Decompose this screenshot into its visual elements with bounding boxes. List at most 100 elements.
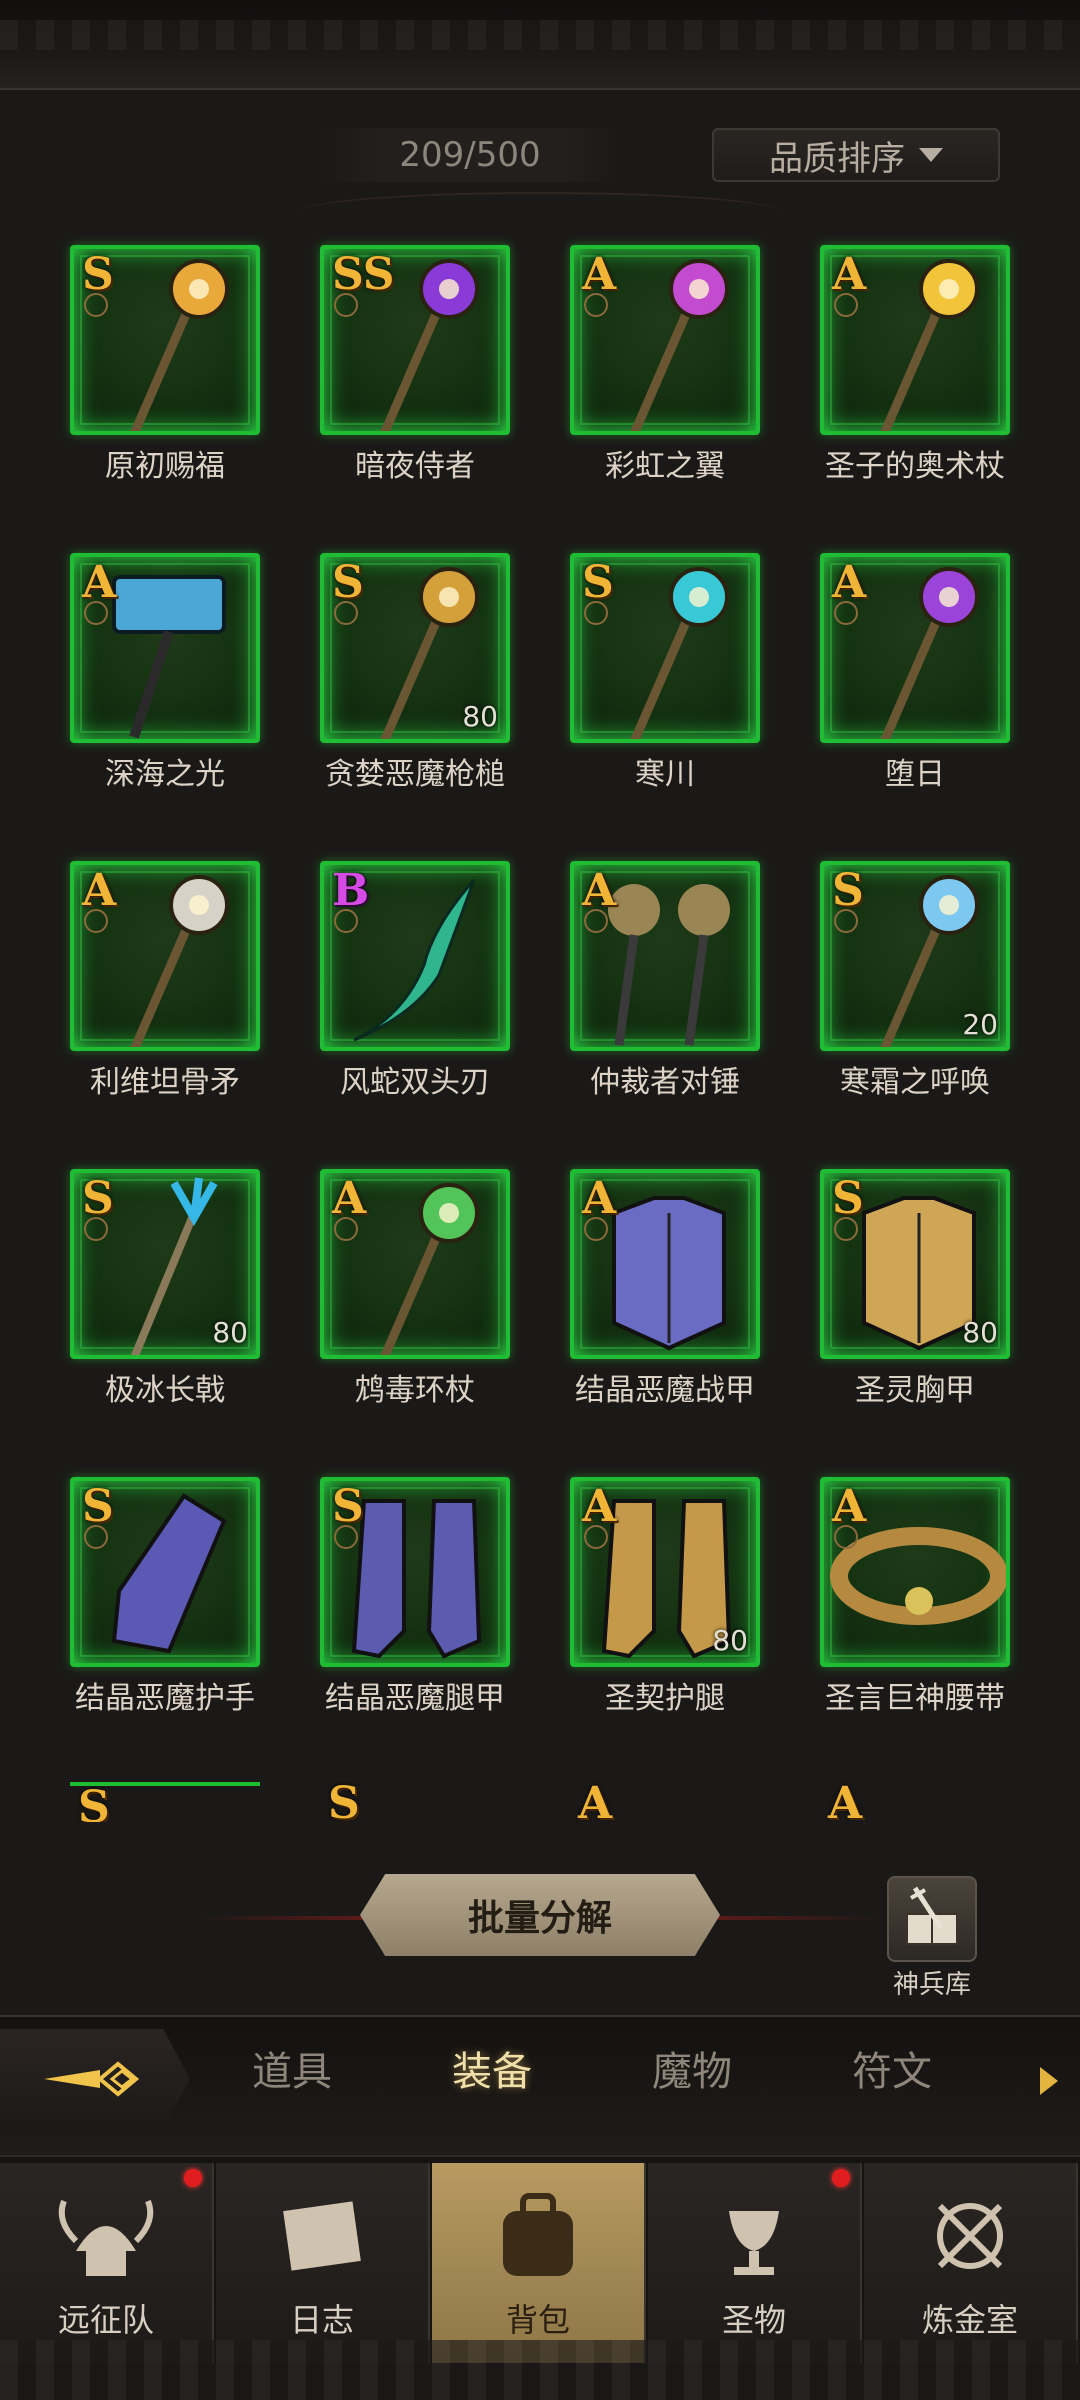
equipment-item-partial[interactable]: A [570,1782,760,1822]
nav-backpack[interactable]: 背包 [432,2163,646,2363]
equipment-item[interactable]: A 彩虹之翼 [570,245,760,485]
equipment-item[interactable]: A 结晶恶魔战甲 [570,1169,760,1409]
item-slot[interactable]: A [570,245,760,435]
equipment-item[interactable]: S 20 寒霜之呼唤 [820,861,1010,1101]
grade-badge: A [578,1782,613,1822]
nav-label: 日志 [289,2301,354,2339]
item-name: 圣子的奥术杖 [825,449,1005,484]
equipment-item-partial[interactable]: S [70,1782,260,1822]
tab-items[interactable]: 道具 [212,2039,372,2097]
equipment-item[interactable]: S 结晶恶魔护手 [70,1477,260,1717]
item-slot[interactable]: S 80 [320,553,510,743]
grade-badge: A [582,1173,617,1224]
equipment-item[interactable]: A 仲裁者对锤 [570,861,760,1101]
equipment-item[interactable]: A 80 圣契护腿 [570,1477,760,1717]
back-tab-button[interactable] [0,2029,190,2129]
nav-label: 圣物 [721,2301,786,2339]
equipment-item[interactable]: A 堕日 [820,553,1010,793]
tabs-next-arrow-icon[interactable] [1040,2067,1058,2095]
grade-badge: A [82,865,117,916]
item-name: 贪婪恶魔枪槌 [325,757,505,792]
notification-dot [832,2169,850,2187]
equipment-item[interactable]: A 利维坦骨矛 [70,861,260,1101]
equipment-grid: S 原初赐福 SS 暗夜侍者 A 彩虹之翼 A 圣子的奥术杖 A 深海之光 S … [0,230,1080,1825]
item-level: 20 [962,1008,998,1041]
item-slot[interactable]: S 80 [70,1169,260,1359]
nav-relics[interactable]: 圣物 [648,2163,862,2363]
item-name: 彩虹之翼 [605,449,725,484]
nav-alchemy[interactable]: 炼金室 [864,2163,1078,2363]
item-slot[interactable]: S [320,1477,510,1667]
item-slot[interactable]: S 80 [820,1169,1010,1359]
nav-label: 背包 [505,2301,570,2339]
lock-ring-icon [84,1525,108,1549]
equipment-item[interactable]: SS 暗夜侍者 [320,245,510,485]
grade-badge: A [82,557,117,608]
lock-ring-icon [84,601,108,625]
item-slot[interactable]: A [320,1169,510,1359]
viking-helmet-icon [58,2199,154,2276]
item-slot[interactable]: A 80 [570,1477,760,1667]
item-name: 寒川 [635,757,695,792]
item-slot[interactable]: B [320,861,510,1051]
equipment-item[interactable]: S 寒川 [570,553,760,793]
equipment-item-partial[interactable]: S [320,1782,510,1822]
sort-dropdown[interactable]: 品质排序 [712,128,1000,182]
armory-icon [887,1876,977,1962]
equipment-item[interactable]: B 风蛇双头刃 [320,861,510,1101]
item-slot[interactable]: A [820,245,1010,435]
item-slot[interactable]: A [70,553,260,743]
item-slot[interactable]: S 20 [820,861,1010,1051]
header-ornament [300,192,780,232]
item-slot[interactable]: A [820,553,1010,743]
item-name: 暗夜侍者 [355,449,475,484]
alchemy-icon [937,2203,1003,2269]
item-slot[interactable]: A [570,861,760,1051]
equipment-item[interactable]: S 结晶恶魔腿甲 [320,1477,510,1717]
item-slot[interactable]: A [570,1169,760,1359]
equipment-item[interactable]: S 原初赐福 [70,245,260,485]
grade-badge: A [832,557,867,608]
equipment-item[interactable]: S 80 圣灵胸甲 [820,1169,1010,1409]
item-name: 结晶恶魔腿甲 [325,1681,505,1716]
armory-button[interactable]: 神兵库 [880,1876,984,2000]
top-decor-band [0,0,1080,90]
lock-ring-icon [84,909,108,933]
item-name: 寒霜之呼唤 [840,1065,990,1100]
bulk-dismantle-button[interactable]: 批量分解 [360,1874,720,1956]
equipment-item[interactable]: S 80 贪婪恶魔枪槌 [320,553,510,793]
tab-runes[interactable]: 符文 [812,2039,972,2097]
tab-equipment[interactable]: 装备 [412,2039,572,2097]
grade-badge: A [832,1481,867,1532]
item-slot[interactable]: A [70,861,260,1051]
item-slot[interactable]: S [570,553,760,743]
tab-monsters[interactable]: 魔物 [612,2039,772,2097]
item-name: 圣契护腿 [605,1681,725,1716]
item-slot[interactable]: SS [320,245,510,435]
lock-ring-icon [584,293,608,317]
item-name: 圣灵胸甲 [855,1373,975,1408]
grade-badge: S [78,1782,110,1822]
grade-badge: A [582,249,617,300]
item-slot[interactable]: S [70,245,260,435]
equipment-item[interactable]: A 深海之光 [70,553,260,793]
item-name: 结晶恶魔战甲 [575,1373,755,1408]
item-slot[interactable]: A [820,1477,1010,1667]
lock-ring-icon [834,293,858,317]
equipment-item-partial[interactable]: A [820,1782,1010,1822]
equipment-item[interactable]: A 圣子的奥术杖 [820,245,1010,485]
equipment-item[interactable]: A 鸩毒环杖 [320,1169,510,1409]
item-name: 极冰长戟 [105,1373,225,1408]
nav-expedition[interactable]: 远征队 [0,2163,214,2363]
item-name: 圣言巨神腰带 [825,1681,1005,1716]
equipment-item[interactable]: S 80 极冰长戟 [70,1169,260,1409]
nav-journal[interactable]: 日志 [216,2163,430,2363]
grade-badge: S [328,1782,360,1822]
nav-label: 炼金室 [921,2301,1018,2339]
lock-ring-icon [834,1217,858,1241]
lock-ring-icon [834,601,858,625]
equipment-item[interactable]: A 圣言巨神腰带 [820,1477,1010,1717]
lock-ring-icon [834,1525,858,1549]
item-slot[interactable]: S [70,1477,260,1667]
lock-ring-icon [334,909,358,933]
